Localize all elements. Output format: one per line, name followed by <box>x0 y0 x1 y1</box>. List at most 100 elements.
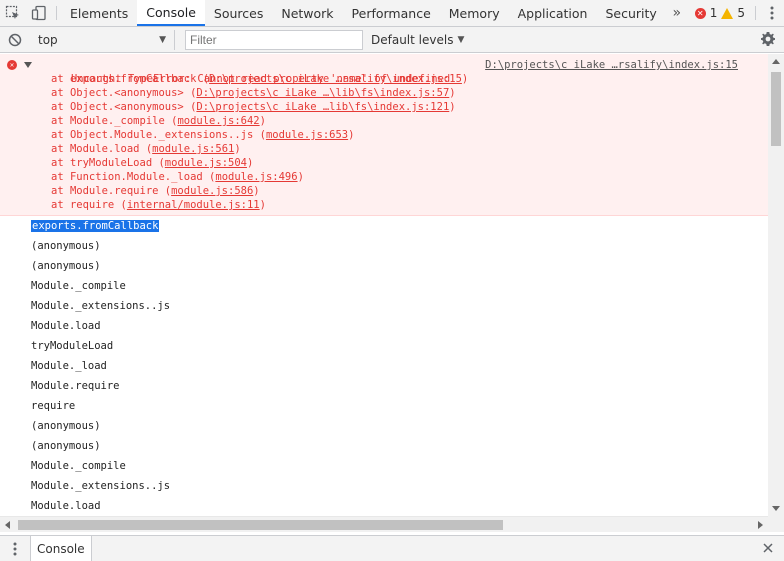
console-line-text: (anonymous) <box>31 420 101 432</box>
console-line[interactable]: tryModuleLoad <box>31 336 768 356</box>
stack-frame-function: at Object.<anonymous> ( <box>51 101 197 113</box>
stack-frame-link[interactable]: module.js:496 <box>215 171 297 183</box>
console-line[interactable]: (anonymous) <box>31 236 768 256</box>
vertical-scrollbar[interactable] <box>768 54 784 516</box>
log-levels-dropdown[interactable]: Default levels ▼ <box>371 33 464 47</box>
console-line-text: Module.load <box>31 500 101 512</box>
stack-frame-link[interactable]: module.js:642 <box>177 115 259 127</box>
error-icon: ✕ <box>7 60 17 70</box>
tab-security[interactable]: Security <box>596 0 665 26</box>
chevron-down-icon: ▼ <box>159 34 166 45</box>
console-line[interactable]: Module._load <box>31 356 768 376</box>
stack-frame-link[interactable]: module.js:653 <box>266 129 348 141</box>
console-line-text: Module._extensions..js <box>31 480 171 492</box>
console-line-text: Module.load <box>31 320 101 332</box>
console-line[interactable]: require <box>31 396 768 416</box>
console-line[interactable]: Module.require <box>31 376 768 396</box>
tab-memory[interactable]: Memory <box>440 0 509 26</box>
stack-frame: at Module.require (module.js:586) <box>51 184 768 198</box>
error-message[interactable]: ✕ Uncaught TypeError: Cannot read proper… <box>0 54 768 216</box>
stack-frame-link[interactable]: module.js:586 <box>171 185 253 197</box>
console-messages[interactable]: ✕ Uncaught TypeError: Cannot read proper… <box>0 54 768 516</box>
console-line-text: (anonymous) <box>31 240 101 252</box>
stack-frame: at Object.<anonymous> (D:\projects\c iLa… <box>51 100 768 114</box>
console-line[interactable]: Module.load <box>31 496 768 516</box>
scroll-left-arrow-icon[interactable] <box>5 521 10 529</box>
stack-frame-function: at Object.<anonymous> ( <box>51 87 197 99</box>
console-line[interactable]: Module._compile <box>31 276 768 296</box>
stack-frame: at require (internal/module.js:11) <box>51 198 768 212</box>
stack-frame-function: at Module.require ( <box>51 185 172 197</box>
device-toolbar-icon[interactable] <box>26 0 52 26</box>
console-line-text: Module._compile <box>31 280 126 292</box>
vertical-scroll-thumb[interactable] <box>771 72 781 146</box>
tab-application[interactable]: Application <box>509 0 597 26</box>
inspect-element-icon[interactable] <box>0 0 26 26</box>
stack-frame-link[interactable]: internal/module.js:11 <box>127 199 260 211</box>
stack-frame-link[interactable]: D:\projects\c iLake …lib\fs\index.js:121 <box>196 101 449 113</box>
console-line-text: (anonymous) <box>31 260 101 272</box>
tab-sources[interactable]: Sources <box>205 0 272 26</box>
stack-frame-end: ) <box>297 171 304 183</box>
stack-frame-function: at require ( <box>51 199 127 211</box>
console-line[interactable]: Module.load <box>31 316 768 336</box>
toolbar-divider <box>56 6 57 20</box>
customize-menu-icon[interactable] <box>760 0 784 26</box>
tab-console[interactable]: Console <box>137 0 205 26</box>
filter-input[interactable] <box>185 29 363 50</box>
scrollbar-corner <box>768 516 784 532</box>
stack-frame: at Function.Module._load (module.js:496) <box>51 170 768 184</box>
stack-frame: at Module._compile (module.js:642) <box>51 114 768 128</box>
warning-icon <box>721 7 734 19</box>
expand-triangle-icon[interactable] <box>24 62 32 68</box>
error-message-text: Uncaught TypeError: Cannot read property… <box>70 73 451 85</box>
stack-frame-end: ) <box>348 129 355 141</box>
console-line[interactable]: Module._extensions..js <box>31 476 768 496</box>
stack-frame: at Module.load (module.js:561) <box>51 142 768 156</box>
gear-icon[interactable] <box>760 31 776 50</box>
toolbar-divider <box>755 6 756 20</box>
stack-frame: at Object.<anonymous> (D:\projects\c iLa… <box>51 86 768 100</box>
stack-frame-end: ) <box>259 115 266 127</box>
stack-frame-link[interactable]: module.js:504 <box>165 157 247 169</box>
console-line-text: (anonymous) <box>31 440 101 452</box>
stack-frame-end: ) <box>253 185 260 197</box>
issue-counter[interactable]: ✕ 1 5 <box>689 0 751 26</box>
error-text: Uncaught TypeError: Cannot read property… <box>33 58 768 85</box>
drawer-tab-console[interactable]: Console <box>30 535 92 561</box>
console-line-text: Module._compile <box>31 460 126 472</box>
tab-network[interactable]: Network <box>272 0 342 26</box>
stack-frame-end: ) <box>461 73 469 85</box>
close-drawer-icon[interactable] <box>762 542 774 557</box>
stack-frame-end: ) <box>449 101 456 113</box>
console-line[interactable]: (anonymous) <box>31 436 768 456</box>
console-line[interactable]: exports.fromCallback <box>31 216 768 236</box>
horizontal-scrollbar[interactable] <box>0 516 768 532</box>
warning-count: 5 <box>737 6 745 20</box>
stack-frame: at Object.Module._extensions..js (module… <box>51 128 768 142</box>
scroll-right-arrow-icon[interactable] <box>758 521 763 529</box>
error-source-link[interactable]: D:\projects\c iLake …rsalify\index.js:15 <box>485 58 738 72</box>
context-selector[interactable]: top ▼ <box>30 29 175 50</box>
stack-frame-function: at Module._compile ( <box>51 115 178 127</box>
stack-frame-link[interactable]: module.js:561 <box>152 143 234 155</box>
more-tabs-button[interactable]: » <box>666 0 688 26</box>
context-value: top <box>38 32 58 47</box>
horizontal-scroll-thumb[interactable] <box>18 520 503 530</box>
scroll-down-arrow-icon[interactable] <box>772 506 780 511</box>
console-line[interactable]: (anonymous) <box>31 416 768 436</box>
drawer-menu-icon[interactable] <box>0 542 30 556</box>
log-levels-label: Default levels <box>371 32 454 47</box>
scroll-up-arrow-icon[interactable] <box>772 59 780 64</box>
stack-frame: at tryModuleLoad (module.js:504) <box>51 156 768 170</box>
console-line[interactable]: Module._extensions..js <box>31 296 768 316</box>
console-line-text: exports.fromCallback <box>31 220 160 232</box>
stack-frame-function: at Module.load ( <box>51 143 153 155</box>
tab-elements[interactable]: Elements <box>61 0 137 26</box>
clear-console-icon[interactable] <box>0 33 30 47</box>
tab-performance[interactable]: Performance <box>343 0 440 26</box>
console-line[interactable]: Module._compile <box>31 456 768 476</box>
console-line[interactable]: (anonymous) <box>31 256 768 276</box>
stack-frame-link[interactable]: D:\projects\c iLake …\lib\fs\index.js:57 <box>196 87 449 99</box>
stack-frame-end: ) <box>234 143 241 155</box>
